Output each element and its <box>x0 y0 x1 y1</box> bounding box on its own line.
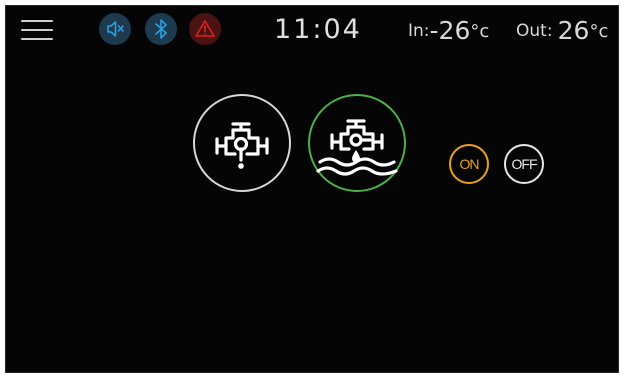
indoor-temperature-unit: °c <box>470 21 490 42</box>
drain-valve-button[interactable] <box>193 94 291 192</box>
indoor-temperature-label: In: <box>408 21 430 41</box>
menu-icon[interactable] <box>21 20 53 42</box>
off-button[interactable]: OFF <box>504 144 544 184</box>
fill-valve-button[interactable] <box>308 94 406 192</box>
warning-icon[interactable] <box>189 13 221 45</box>
speaker-mute-icon[interactable] <box>99 13 131 45</box>
outdoor-temperature-unit: °c <box>589 21 609 42</box>
valve-fill-icon <box>316 119 398 176</box>
outdoor-temperature: Out: 26°c <box>516 16 608 45</box>
outdoor-temperature-value: 26 <box>557 16 590 45</box>
indoor-temperature: In:-26°c <box>408 16 489 45</box>
valve-drain-icon <box>215 122 269 169</box>
device-screen: 11:04 In:-26°c Out: 26°c ON OFF <box>5 5 619 373</box>
clock: 11:04 <box>274 14 362 45</box>
indoor-temperature-value: -26 <box>429 16 471 45</box>
outdoor-temperature-label: Out: <box>516 21 553 41</box>
on-button[interactable]: ON <box>449 144 489 184</box>
bluetooth-icon[interactable] <box>145 13 177 45</box>
